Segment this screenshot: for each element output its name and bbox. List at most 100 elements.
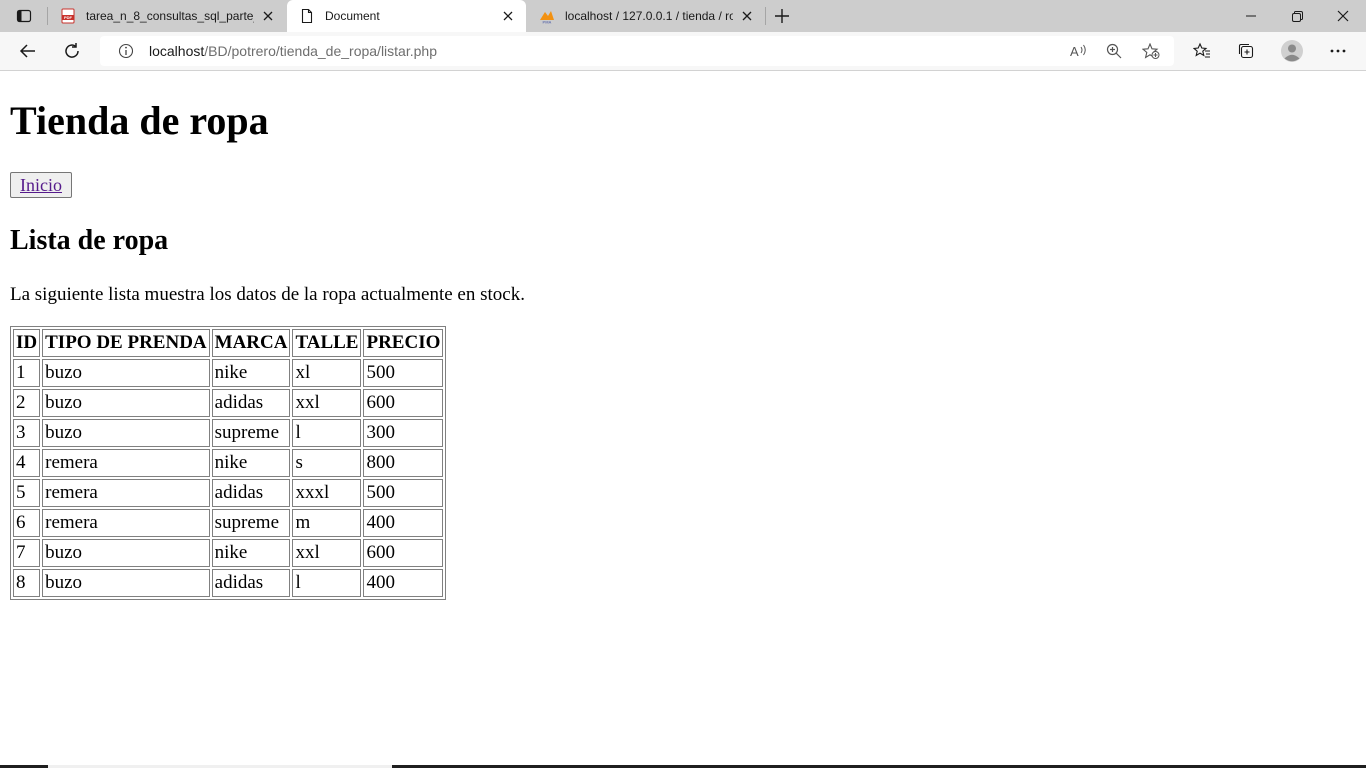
tab-pdf[interactable]: PDF tarea_n_8_consultas_sql_parte_1_	[48, 0, 286, 32]
cell-size: xxxl	[292, 479, 362, 507]
tab-actions-icon	[16, 9, 32, 23]
phpmyadmin-icon: PMA	[540, 11, 554, 25]
profile-button[interactable]	[1278, 37, 1306, 65]
cell-price: 600	[363, 539, 444, 567]
column-header-id: ID	[13, 329, 41, 357]
plus-icon	[775, 9, 789, 23]
cell-price: 500	[363, 359, 444, 387]
add-favorite-icon[interactable]	[1142, 43, 1160, 59]
cell-size: l	[292, 569, 362, 597]
info-icon[interactable]	[118, 43, 134, 59]
collections-icon	[1238, 43, 1254, 59]
clothing-table: ID TIPO DE PRENDA MARCA TALLE PRECIO 1 b…	[10, 326, 447, 600]
cell-price: 400	[363, 569, 444, 597]
cell-type: buzo	[42, 389, 210, 417]
cell-price: 600	[363, 389, 444, 417]
cell-brand: supreme	[211, 509, 291, 537]
cell-type: buzo	[42, 539, 210, 567]
tab-label: tarea_n_8_consultas_sql_parte_1_	[86, 9, 254, 23]
cell-price: 500	[363, 479, 444, 507]
close-icon	[1337, 10, 1349, 22]
close-icon	[503, 11, 513, 21]
address-bar[interactable]: localhost/BD/potrero/tienda_de_ropa/list…	[100, 36, 1174, 66]
svg-text:PDF: PDF	[64, 15, 73, 20]
favorites-icon	[1193, 42, 1210, 58]
cell-id: 1	[13, 359, 41, 387]
cell-brand: nike	[211, 449, 291, 477]
column-header-size: TALLE	[292, 329, 362, 357]
url-path: /BD/potrero/tienda_de_ropa/listar.php	[204, 43, 437, 59]
minimize-icon	[1246, 15, 1256, 17]
table-row: 6 remera supreme m 400	[13, 509, 444, 537]
close-window-button[interactable]	[1320, 0, 1366, 32]
table-row: 1 buzo nike xl 500	[13, 359, 444, 387]
cell-brand: adidas	[211, 479, 291, 507]
cell-price: 800	[363, 449, 444, 477]
page-content: Tienda de ropa Inicio Lista de ropa La s…	[0, 71, 1366, 765]
refresh-icon	[65, 43, 79, 58]
cell-size: l	[292, 419, 362, 447]
cell-id: 3	[13, 419, 41, 447]
tab-strip: PDF tarea_n_8_consultas_sql_parte_1_ Doc…	[0, 0, 1366, 32]
table-row: 2 buzo adidas xxl 600	[13, 389, 444, 417]
page-title: Tienda de ropa	[10, 98, 269, 143]
arrow-left-icon	[19, 44, 35, 58]
cell-brand: nike	[211, 359, 291, 387]
page-icon	[301, 8, 313, 24]
cell-id: 8	[13, 569, 41, 597]
new-tab-button[interactable]	[770, 4, 794, 28]
table-row: 8 buzo adidas l 400	[13, 569, 444, 597]
table-row: 4 remera nike s 800	[13, 449, 444, 477]
pdf-icon: PDF	[61, 8, 75, 24]
url-host: localhost	[149, 43, 205, 59]
address-url: localhost/BD/potrero/tienda_de_ropa/list…	[149, 43, 437, 59]
back-button[interactable]	[14, 37, 42, 65]
svg-text:A: A	[1070, 44, 1079, 59]
table-row: 5 remera adidas xxxl 500	[13, 479, 444, 507]
cell-id: 5	[13, 479, 41, 507]
tab-label: Document	[325, 9, 380, 23]
cell-type: buzo	[42, 419, 210, 447]
zoom-icon[interactable]	[1106, 43, 1122, 59]
cell-price: 300	[363, 419, 444, 447]
cell-type: buzo	[42, 569, 210, 597]
close-icon	[263, 11, 273, 21]
avatar-icon	[1281, 40, 1303, 62]
cell-price: 400	[363, 509, 444, 537]
column-header-price: PRECIO	[363, 329, 444, 357]
cell-type: buzo	[42, 359, 210, 387]
cell-size: xxl	[292, 389, 362, 417]
cell-type: remera	[42, 479, 210, 507]
cell-id: 7	[13, 539, 41, 567]
settings-menu-button[interactable]	[1324, 37, 1352, 65]
home-button[interactable]: Inicio	[10, 172, 72, 198]
read-aloud-icon[interactable]: A	[1070, 43, 1088, 59]
more-icon	[1330, 49, 1346, 53]
list-heading: Lista de ropa	[10, 225, 169, 256]
close-tab-button[interactable]	[739, 8, 755, 24]
cell-id: 6	[13, 509, 41, 537]
table-row: 7 buzo nike xxl 600	[13, 539, 444, 567]
minimize-button[interactable]	[1228, 0, 1274, 32]
list-description: La siguiente lista muestra los datos de …	[10, 284, 525, 305]
cell-brand: adidas	[211, 389, 291, 417]
tab-document[interactable]: Document	[287, 0, 526, 32]
favorites-button[interactable]	[1188, 37, 1216, 65]
tab-label: localhost / 127.0.0.1 / tienda / ro	[565, 9, 733, 23]
close-tab-button[interactable]	[500, 8, 516, 24]
close-tab-button[interactable]	[260, 8, 276, 24]
restore-button[interactable]	[1274, 0, 1320, 32]
restore-icon	[1291, 10, 1303, 22]
cell-type: remera	[42, 509, 210, 537]
column-header-type: TIPO DE PRENDA	[42, 329, 210, 357]
browser-toolbar: localhost/BD/potrero/tienda_de_ropa/list…	[0, 32, 1366, 71]
cell-brand: supreme	[211, 419, 291, 447]
cell-brand: nike	[211, 539, 291, 567]
tab-actions-button[interactable]	[6, 4, 42, 28]
cell-type: remera	[42, 449, 210, 477]
collections-button[interactable]	[1232, 37, 1260, 65]
tab-phpmyadmin[interactable]: PMA localhost / 127.0.0.1 / tienda / ro	[527, 0, 765, 32]
svg-text:PMA: PMA	[543, 20, 552, 25]
refresh-button[interactable]	[58, 37, 86, 65]
table-header-row: ID TIPO DE PRENDA MARCA TALLE PRECIO	[13, 329, 444, 357]
